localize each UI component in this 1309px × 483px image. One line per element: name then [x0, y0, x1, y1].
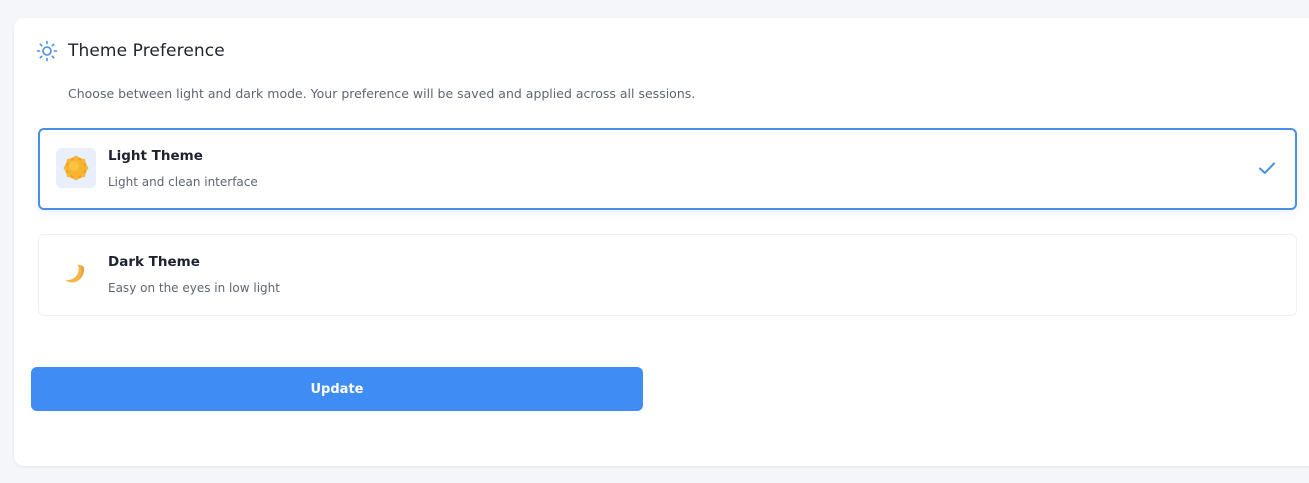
- sun-emoji-icon: [56, 148, 96, 188]
- dark-theme-option[interactable]: Dark Theme Easy on the eyes in low light: [38, 234, 1297, 316]
- sun-outline-icon: [36, 40, 58, 62]
- crescent-moon-emoji-icon: [56, 254, 96, 294]
- section-header: Theme Preference: [36, 40, 225, 62]
- option-subtitle: Light and clean interface: [108, 175, 258, 189]
- option-subtitle: Easy on the eyes in low light: [108, 281, 280, 295]
- update-button[interactable]: Update: [31, 367, 643, 411]
- option-title: Dark Theme: [108, 254, 200, 270]
- option-title: Light Theme: [108, 148, 203, 164]
- theme-preference-card: Theme Preference Choose between light an…: [14, 18, 1309, 466]
- light-theme-option[interactable]: Light Theme Light and clean interface: [38, 128, 1297, 210]
- checkmark-icon: [1257, 158, 1277, 178]
- section-description: Choose between light and dark mode. Your…: [68, 86, 696, 101]
- section-title: Theme Preference: [68, 41, 225, 61]
